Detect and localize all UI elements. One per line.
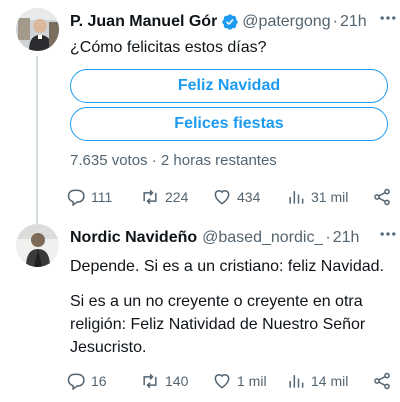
views-button[interactable]: 14 mil	[286, 369, 348, 393]
action-bar: 16 140 1 mil 14 mil	[66, 369, 392, 393]
retweet-icon	[143, 189, 157, 205]
views-count: 14 mil	[311, 373, 349, 389]
reply-count: 111	[91, 189, 113, 205]
tweet-header: P. Juan Manuel Gór @patergong · 21h	[70, 10, 392, 34]
retweet-count: 224	[165, 189, 189, 205]
tweet-text-line-4: Jesucristo.	[70, 339, 147, 356]
reply-count: 16	[91, 373, 107, 389]
retweet-count: 140	[165, 373, 189, 389]
heart-icon	[214, 374, 230, 389]
tweet-text: ¿Cómo felicitas estos días?	[70, 39, 267, 56]
reply-button[interactable]: 111	[66, 185, 112, 209]
share-icon	[374, 372, 390, 390]
action-bar: 111 224 434 31 mil	[66, 185, 392, 209]
author-name[interactable]: P. Juan Manuel Gór	[70, 13, 217, 31]
poll-option-1[interactable]: Feliz Navidad	[70, 69, 388, 103]
poll-remaining: 2 horas restantes	[160, 152, 277, 169]
share-button[interactable]	[372, 369, 392, 393]
views-button[interactable]: 31 mil	[286, 185, 348, 209]
author-handle[interactable]: @patergong	[242, 13, 330, 31]
separator-dot: ·	[332, 13, 338, 30]
retweet-button[interactable]: 140	[140, 369, 188, 393]
poll-option-2[interactable]: Felices fiestas	[70, 107, 388, 141]
tweet-text-line-2: Si es a un no creyente o creyente en otr…	[70, 293, 363, 310]
views-chart-icon	[289, 191, 304, 204]
separator-dot: ·	[325, 229, 331, 246]
tweet-text-line-3: religión: Feliz Natividad de Nuestro Señ…	[70, 316, 366, 333]
verified-badge-icon	[221, 13, 239, 31]
timestamp[interactable]: 21h	[333, 229, 360, 247]
tweet-reply[interactable]: Nordic Navideño @based_nordic_ · 21h Dep…	[0, 224, 400, 402]
avatar[interactable]	[16, 224, 59, 267]
heart-icon	[214, 190, 230, 205]
share-button[interactable]	[372, 185, 392, 209]
timestamp[interactable]: 21h	[340, 13, 367, 31]
tweet-text-line-1: Depende. Si es a un cristiano: feliz Nav…	[70, 258, 384, 275]
views-chart-icon	[289, 375, 304, 388]
like-button[interactable]: 434	[212, 185, 260, 209]
author-name[interactable]: Nordic Navideño	[70, 229, 197, 247]
reply-icon	[67, 189, 85, 207]
like-count: 434	[237, 189, 261, 205]
reply-icon	[67, 373, 85, 391]
retweet-icon	[143, 373, 157, 389]
more-options-icon[interactable]	[378, 8, 398, 33]
thread-line	[36, 56, 38, 231]
like-count: 1 mil	[237, 373, 267, 389]
poll-separator: ·	[151, 152, 157, 169]
reply-button[interactable]: 16	[66, 369, 107, 393]
tweet-header: Nordic Navideño @based_nordic_ · 21h	[70, 226, 392, 250]
avatar[interactable]	[16, 8, 59, 51]
like-button[interactable]: 1 mil	[212, 369, 267, 393]
views-count: 31 mil	[311, 189, 349, 205]
retweet-button[interactable]: 224	[140, 185, 188, 209]
poll-votes: 7.635 votos	[70, 152, 148, 169]
tweet-original[interactable]: P. Juan Manuel Gór @patergong · 21h ¿Cóm…	[0, 8, 400, 231]
share-icon	[374, 188, 390, 206]
poll-meta: 7.635 votos · 2 horas restantes	[70, 152, 277, 169]
more-options-icon[interactable]	[378, 224, 398, 249]
author-handle[interactable]: @based_nordic_	[202, 229, 323, 247]
